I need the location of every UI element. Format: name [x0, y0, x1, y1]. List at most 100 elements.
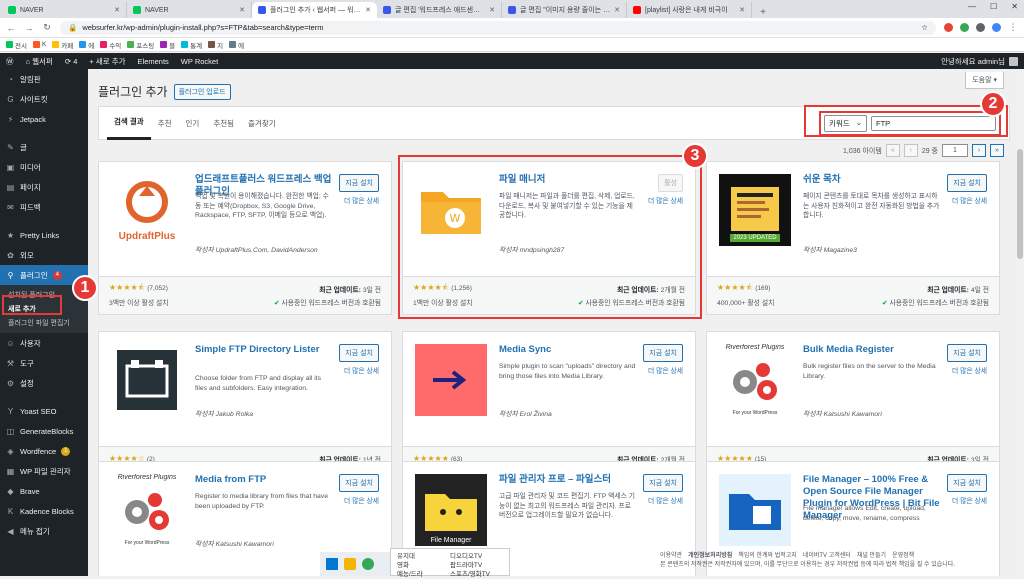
sidebar-item-sitekit[interactable]: G 사이트킷 — [0, 89, 88, 109]
sidebar-item-wordfence[interactable]: ◈ Wordfence 1 — [0, 441, 88, 461]
install-button[interactable]: 지금 설치 — [339, 474, 379, 492]
wp-rocket-link[interactable]: WP Rocket — [181, 57, 218, 66]
install-button[interactable]: 지금 설치 — [339, 174, 379, 192]
account-menu[interactable]: 안녕하세요 admin님 — [941, 56, 1018, 67]
install-button[interactable]: 지금 설치 — [643, 344, 683, 362]
scrollbar[interactable] — [1016, 69, 1024, 576]
tab-close-icon[interactable]: ✕ — [614, 6, 620, 14]
bookmark-item[interactable]: K — [32, 41, 46, 48]
sidebar-item-feedback[interactable]: ✉ 피드백 — [0, 197, 88, 217]
sidebar-item-jetpack[interactable]: ⚡ Jetpack — [0, 109, 88, 129]
sidebar-item-pin[interactable]: ✎ 글 — [0, 137, 88, 157]
plugin-name-link[interactable]: Media from FTP — [195, 474, 335, 486]
windows-start-icon[interactable] — [326, 558, 338, 570]
page-input[interactable]: 1 — [942, 144, 968, 157]
filter-tab[interactable]: 인기 — [179, 106, 207, 140]
install-button[interactable]: 지금 설치 — [643, 474, 683, 492]
plugin-name-link[interactable]: 파일 관리자 프로 – 파일스터 — [499, 474, 639, 486]
close-icon[interactable]: ✕ — [1011, 2, 1018, 11]
sidebar-item-yoast[interactable]: Y Yoast SEO — [0, 401, 88, 421]
extension-icon[interactable] — [960, 23, 969, 32]
forward-icon[interactable]: → — [24, 23, 34, 33]
more-details-link[interactable]: 더 많은 상세 — [344, 365, 379, 375]
new-content-link[interactable]: + 새로 추가 — [89, 56, 125, 67]
maximize-icon[interactable]: ☐ — [990, 2, 997, 11]
more-details-link[interactable]: 더 많은 상세 — [952, 195, 987, 205]
site-name-link[interactable]: ⌂ 웹서퍼 — [26, 56, 53, 67]
extension-icon[interactable] — [944, 23, 953, 32]
bookmark-item[interactable]: 지 — [208, 40, 223, 50]
bookmark-item[interactable]: 전시 — [6, 40, 27, 50]
bookmark-item[interactable]: 수익 — [100, 40, 121, 50]
bookmark-item[interactable]: 블 — [160, 40, 175, 50]
more-details-link[interactable]: 더 많은 상세 — [344, 495, 379, 505]
sidebar-item-collapse[interactable]: ◀ 메뉴 접기 — [0, 521, 88, 541]
tab-close-icon[interactable]: ✕ — [365, 6, 371, 14]
install-button[interactable]: 지금 설치 — [947, 174, 987, 192]
submenu-item[interactable]: 플러그인 파일 편집기 — [0, 316, 88, 330]
tab-close-icon[interactable]: ✕ — [239, 6, 245, 14]
footer-link[interactable]: 이용약관 — [660, 552, 682, 561]
more-details-link[interactable]: 더 많은 상세 — [648, 495, 683, 505]
more-details-link[interactable]: 더 많은 상세 — [648, 365, 683, 375]
sidebar-item-kadence[interactable]: K Kadence Blocks — [0, 501, 88, 521]
filter-tab[interactable]: 추천 — [151, 106, 179, 140]
help-button[interactable]: 도움말 ▾ — [965, 72, 1004, 89]
bookmark-item[interactable]: 포스팅 — [127, 40, 154, 50]
upload-plugin-button[interactable]: 플러그인 업로드 — [173, 83, 231, 100]
sidebar-item-settings[interactable]: ⚙ 설정 — [0, 373, 88, 393]
file-explorer-icon[interactable] — [344, 558, 356, 570]
popup-item[interactable]: 영화 — [397, 561, 450, 570]
wordpress-logo-icon[interactable]: Ⓦ — [6, 56, 14, 67]
next-page-button[interactable]: › — [972, 144, 986, 157]
first-page-button[interactable]: « — [885, 144, 900, 157]
bookmark-item[interactable]: 통계 — [181, 40, 202, 50]
browser-tab[interactable]: [playlist] 사랑은 내게 비극이 ✕ — [627, 2, 752, 18]
footer-link[interactable]: 개인정보처리방침 — [688, 552, 732, 561]
last-page-button[interactable]: » — [990, 144, 1004, 157]
footer-link[interactable]: 네이버TV 고객센터 — [803, 552, 851, 561]
tab-close-icon[interactable]: ✕ — [489, 6, 495, 14]
install-button[interactable]: 지금 설치 — [339, 344, 379, 362]
browser-tab[interactable]: 플러그인 추가 ‹ 웹서퍼 — 워드프 ✕ — [252, 2, 377, 18]
popup-item[interactable]: 팝드라마TV — [450, 561, 503, 570]
back-icon[interactable]: ← — [6, 23, 16, 33]
filter-tab[interactable]: 검색 결과 — [107, 106, 151, 140]
prev-page-button[interactable]: ‹ — [903, 144, 918, 157]
popup-item[interactable]: 스포츠/영화TV — [450, 570, 503, 579]
browser-tab[interactable]: NAVER ✕ — [127, 2, 252, 18]
filter-tab[interactable]: 추천됨 — [206, 106, 241, 140]
sidebar-item-media[interactable]: ▣ 미디어 — [0, 157, 88, 177]
browser-tab[interactable]: NAVER ✕ — [2, 2, 127, 18]
footer-link[interactable]: 운영정책 — [892, 552, 914, 561]
updates-link[interactable]: ⟳ 4 — [65, 57, 78, 66]
sidebar-item-brush[interactable]: ✿ 외모 — [0, 245, 88, 265]
sidebar-item-page[interactable]: ▤ 페이지 — [0, 177, 88, 197]
reload-icon[interactable]: ↻ — [42, 22, 52, 33]
bookmark-item[interactable]: 카페 — [52, 40, 73, 50]
profile-icon[interactable] — [992, 23, 1001, 32]
bookmark-item[interactable]: 에 — [229, 40, 244, 50]
plugin-name-link[interactable]: Bulk Media Register — [803, 344, 943, 356]
footer-link[interactable]: 책임의 한계와 법적고지 — [738, 552, 797, 561]
sidebar-item-blocks[interactable]: ◫ GenerateBlocks — [0, 421, 88, 441]
url-field[interactable]: 🔒 websurfer.kr/wp-admin/plugin-install.p… — [60, 20, 936, 35]
sidebar-item-user[interactable]: ☺ 사용자 — [0, 333, 88, 353]
popup-item[interactable]: 예능/드라 — [397, 570, 450, 579]
plugin-name-link[interactable]: Simple FTP Directory Lister — [195, 344, 335, 356]
sidebar-item-folder[interactable]: ▦ WP 파일 관리자 — [0, 461, 88, 481]
more-details-link[interactable]: 더 많은 상세 — [952, 495, 987, 505]
minimize-icon[interactable]: — — [968, 2, 976, 11]
browser-tab[interactable]: 글 편집 "이미지 용량 줄이는 방법 ✕ — [502, 2, 627, 18]
menu-dots-icon[interactable]: ⋮ — [1008, 22, 1018, 33]
install-button[interactable]: 지금 설치 — [947, 344, 987, 362]
more-details-link[interactable]: 더 많은 상세 — [952, 365, 987, 375]
elements-link[interactable]: Elements — [138, 57, 169, 66]
star-icon[interactable]: ☆ — [921, 23, 928, 32]
new-tab-icon[interactable]: + — [756, 7, 770, 18]
puzzle-icon[interactable] — [976, 23, 985, 32]
sidebar-item-dashboard[interactable]: ◔ 알림판 — [0, 69, 88, 89]
chrome-icon[interactable] — [362, 558, 374, 570]
plugin-name-link[interactable]: 쉬운 목차 — [803, 174, 943, 186]
popup-item[interactable]: 유지대 — [397, 552, 450, 561]
